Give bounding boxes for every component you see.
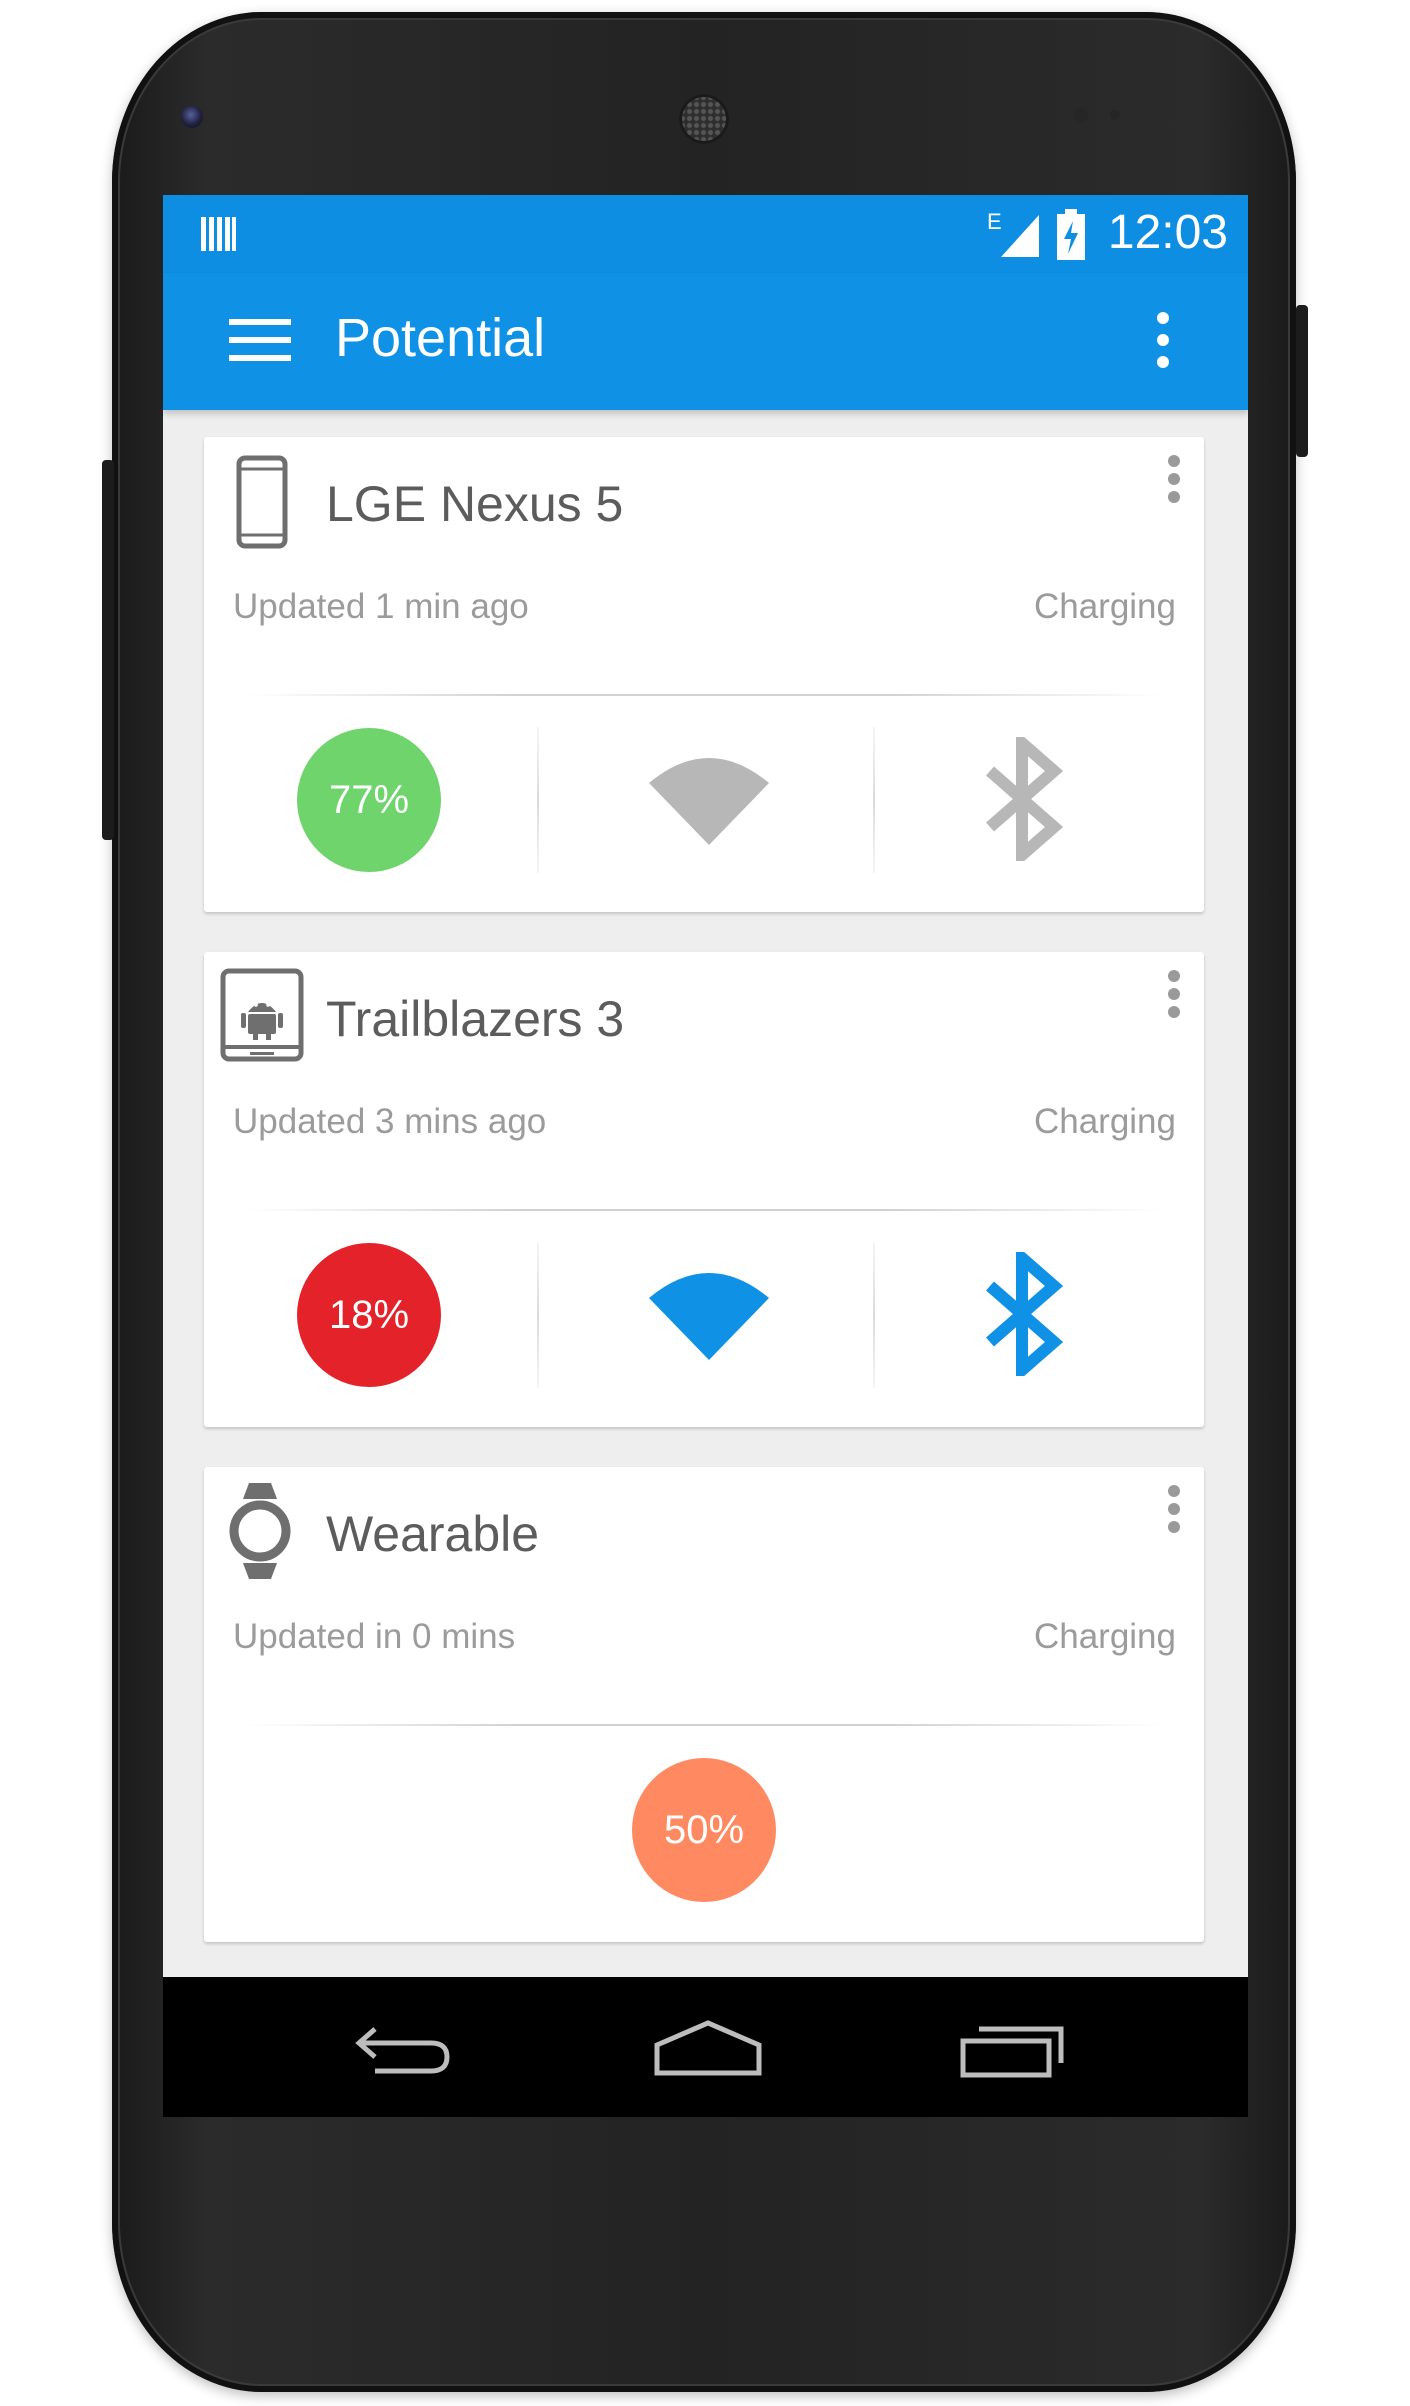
volume-button xyxy=(102,460,114,840)
earpiece-speaker xyxy=(679,94,729,144)
app-bar: Potential xyxy=(163,273,1248,410)
bluetooth-off-icon[interactable] xyxy=(984,737,1064,861)
barcode-notification-icon xyxy=(201,217,236,251)
column-divider xyxy=(873,727,875,873)
wifi-on-icon[interactable] xyxy=(649,1270,769,1362)
app-title: Potential xyxy=(335,308,546,368)
front-camera xyxy=(181,106,203,128)
navigation-bar xyxy=(163,1977,1248,2117)
home-icon[interactable] xyxy=(653,2019,763,2077)
updated-time: Updated in 0 mins xyxy=(233,1617,516,1656)
device-name: Wearable xyxy=(326,1506,540,1562)
updated-time: Updated 3 mins ago xyxy=(233,1102,547,1141)
status-time: 12:03 xyxy=(1107,206,1228,259)
charging-status: Charging xyxy=(1033,1617,1176,1656)
signal-icon xyxy=(1001,215,1039,257)
card-divider xyxy=(244,1724,1164,1726)
card-overflow-icon[interactable] xyxy=(1162,1485,1186,1545)
status-bar: E 12:03 xyxy=(163,195,1248,273)
battery-level-badge: 77% xyxy=(297,728,441,872)
battery-charging-icon xyxy=(1057,209,1085,260)
column-divider xyxy=(873,1242,875,1388)
menu-icon[interactable] xyxy=(229,317,291,363)
device-card[interactable]: LGE Nexus 5 Updated 1 min ago Charging 7… xyxy=(204,437,1204,912)
light-sensor xyxy=(1110,110,1120,120)
column-divider xyxy=(537,727,539,873)
device-name: Trailblazers 3 xyxy=(326,991,625,1047)
updated-time: Updated 1 min ago xyxy=(233,587,529,626)
back-icon[interactable] xyxy=(353,2021,453,2077)
power-button xyxy=(1296,305,1308,457)
card-overflow-icon[interactable] xyxy=(1162,970,1186,1030)
device-card[interactable]: Trailblazers 3 Updated 3 mins ago Chargi… xyxy=(204,952,1204,1427)
wifi-off-icon[interactable] xyxy=(649,755,769,847)
battery-level-badge: 50% xyxy=(632,1758,776,1902)
charging-status: Charging xyxy=(1033,1102,1176,1141)
card-overflow-icon[interactable] xyxy=(1162,455,1186,515)
bluetooth-on-icon[interactable] xyxy=(984,1252,1064,1376)
charging-status: Charging xyxy=(1033,587,1176,626)
device-card[interactable]: Wearable Updated in 0 mins Charging 50% xyxy=(204,1467,1204,1942)
phone-icon xyxy=(236,455,288,549)
tablet-icon xyxy=(220,968,304,1062)
battery-level-badge: 18% xyxy=(297,1243,441,1387)
watch-icon xyxy=(229,1483,291,1579)
screen: E 12:03 Potential LGE Nexus 5 Updated 1 … xyxy=(163,195,1248,2117)
card-divider xyxy=(244,694,1164,696)
proximity-sensor xyxy=(1074,108,1088,122)
recents-icon[interactable] xyxy=(957,2023,1067,2079)
column-divider xyxy=(537,1242,539,1388)
card-divider xyxy=(244,1209,1164,1211)
overflow-menu-icon[interactable] xyxy=(1153,311,1173,369)
device-name: LGE Nexus 5 xyxy=(326,476,624,532)
